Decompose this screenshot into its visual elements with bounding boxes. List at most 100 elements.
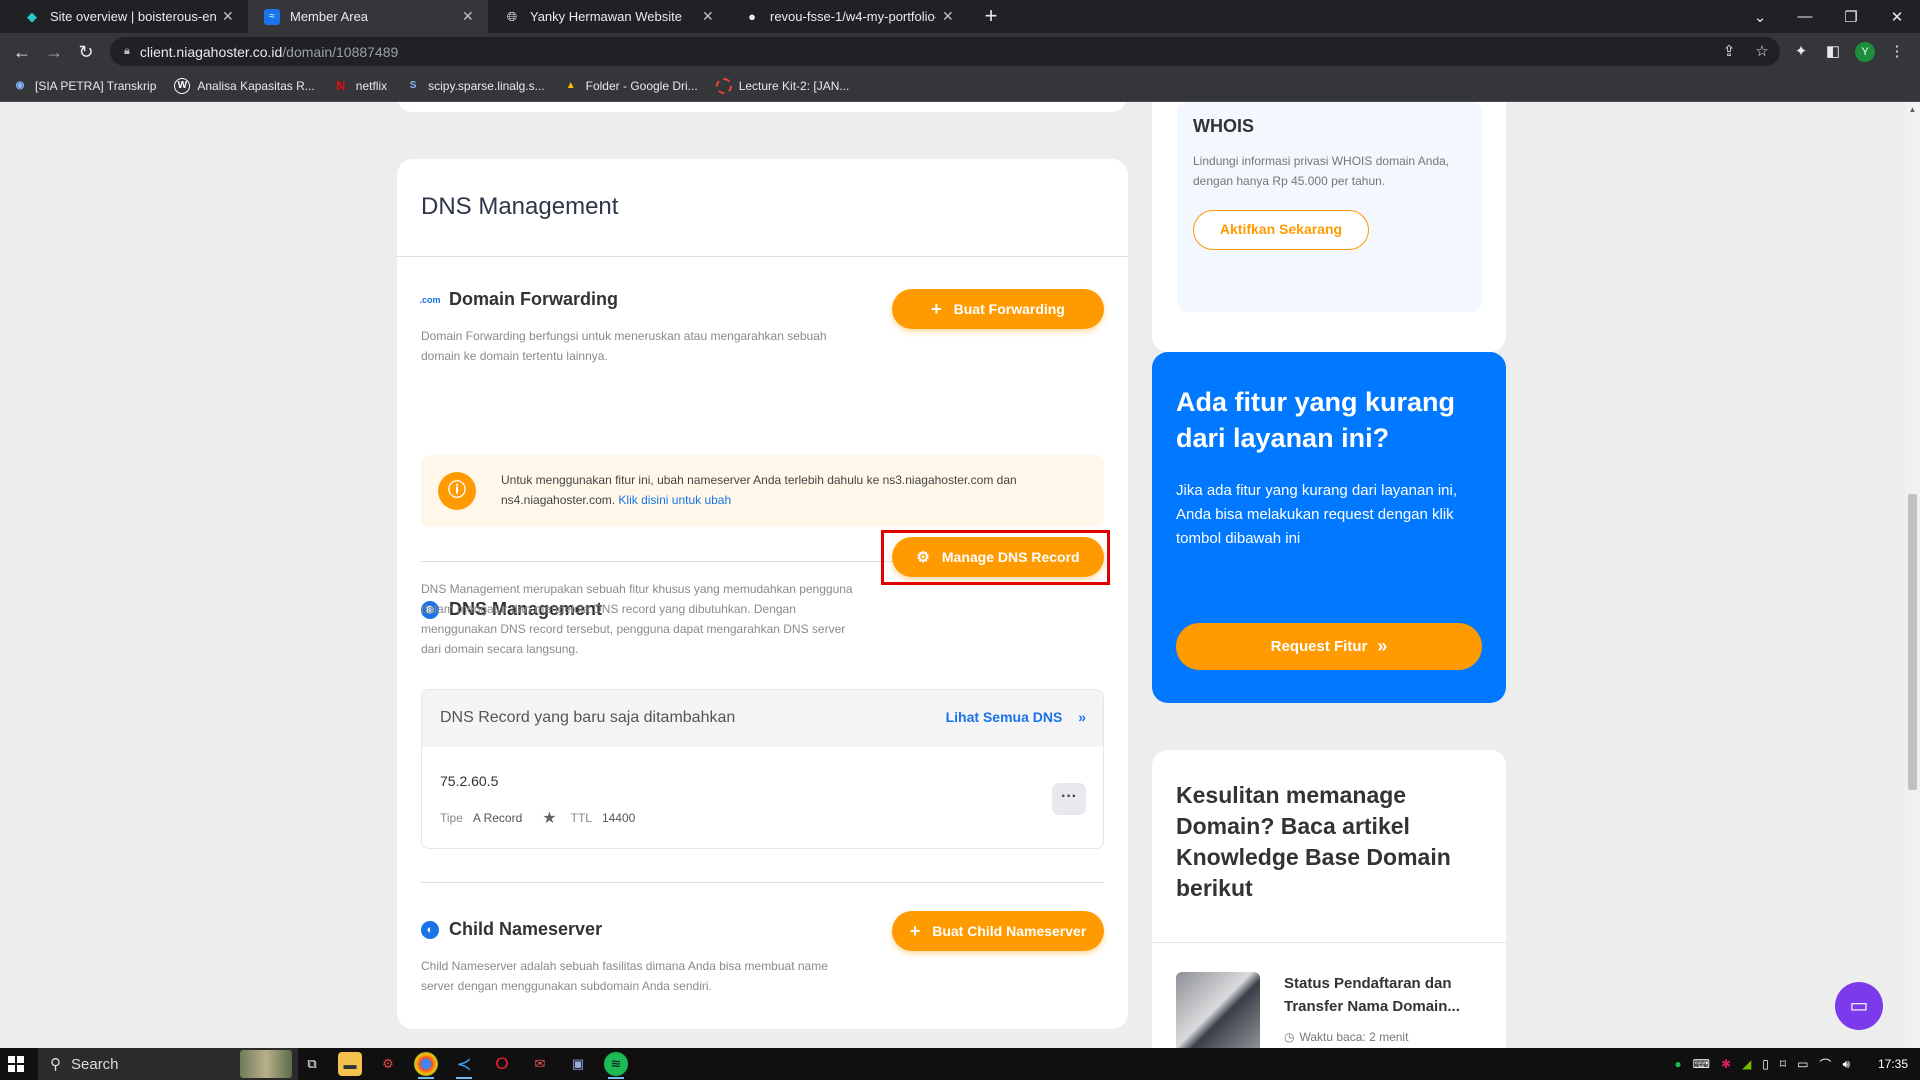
opera-icon[interactable]: O <box>490 1052 514 1076</box>
tablet-icon[interactable]: ▯ <box>1762 1057 1769 1071</box>
profile-avatar[interactable]: Y <box>1855 42 1875 62</box>
bookmark-scipy[interactable]: Sscipy.sparse.linalg.s... <box>405 78 545 94</box>
close-icon[interactable]: ✕ <box>462 8 478 25</box>
close-icon[interactable]: ✕ <box>702 8 718 25</box>
share-icon[interactable]: ⇪ <box>1718 41 1740 63</box>
nvidia-icon[interactable]: ◢ <box>1742 1057 1751 1071</box>
browser-toolbar: ← → ↻ 🔒︎ client.niagahoster.co.id/domain… <box>0 33 1920 70</box>
dns-table-header: DNS Record yang baru saja ditambahkan Li… <box>422 690 1103 747</box>
tab-search-chevron-icon[interactable]: ⌄ <box>1737 0 1783 33</box>
page-scrollbar[interactable]: ▲ <box>1905 102 1920 1048</box>
new-tab-button[interactable]: + <box>978 4 1004 30</box>
dns-management-description: DNS Management merupakan sebuah fitur kh… <box>421 582 853 656</box>
previous-card-bottom <box>397 102 1127 112</box>
whois-card: WHOIS Lindungi informasi privasi WHOIS d… <box>1152 102 1506 352</box>
dns-record-meta: Tipe A Record ★ TTL 14400 <box>440 808 635 828</box>
bookmark-star-icon[interactable]: ☆ <box>1751 41 1773 63</box>
recent-dns-records: DNS Record yang baru saja ditambahkan Li… <box>421 689 1104 849</box>
bookmark-netflix[interactable]: Nnetflix <box>333 78 387 94</box>
knowledge-base-card: Kesulitan memanage Domain? Baca artikel … <box>1152 750 1506 1048</box>
see-all-dns-link[interactable]: Lihat Semua DNS » <box>946 709 1086 725</box>
manage-dns-record-button[interactable]: ⚙ Manage DNS Record <box>892 537 1104 577</box>
remote-desktop-icon[interactable]: ▣ <box>566 1052 590 1076</box>
aktifkan-sekarang-button[interactable]: Aktifkan Sekarang <box>1193 210 1369 250</box>
url-path: /domain/10887489 <box>282 43 399 60</box>
taskbar-search[interactable]: ⚲ Search <box>38 1048 298 1080</box>
task-view-icon[interactable]: ⧉ <box>300 1052 324 1076</box>
reload-icon[interactable]: ↻ <box>72 38 100 66</box>
restore-button[interactable]: ❐ <box>1828 0 1874 33</box>
side-panel-icon[interactable]: ◧ <box>1822 41 1844 63</box>
tab-github-repo[interactable]: ● revou-fsse-1/w4-my-portfolio-ya ✕ <box>728 0 968 33</box>
slack-icon[interactable]: ✱ <box>1721 1057 1731 1071</box>
usb-icon[interactable]: ⌑ <box>1780 1057 1786 1071</box>
double-chevron-right-icon: » <box>1078 709 1086 725</box>
button-label: Buat Forwarding <box>953 301 1065 317</box>
address-bar[interactable]: 🔒︎ client.niagahoster.co.id/domain/10887… <box>110 37 1780 66</box>
tab-site-overview[interactable]: ◆ Site overview | boisterous-entrep ✕ <box>8 0 248 33</box>
ttl-label: TTL <box>570 811 592 825</box>
volume-icon[interactable]: 🔊︎ <box>1842 1057 1850 1072</box>
record-options-button[interactable]: ··· <box>1052 783 1086 815</box>
forward-icon[interactable]: → <box>40 38 68 66</box>
taskbar-clock[interactable]: 17:35 <box>1878 1057 1908 1071</box>
article-title-link[interactable]: Status Pendaftaran dan Transfer Nama Dom… <box>1284 972 1484 1018</box>
section-title: Child Nameserver <box>449 919 603 939</box>
keyboard-icon[interactable]: ⌨ <box>1693 1057 1710 1071</box>
bookmark-google-drive[interactable]: ▲ Folder - Google Dri... <box>563 78 698 94</box>
whois-panel: WHOIS Lindungi informasi privasi WHOIS d… <box>1177 102 1482 312</box>
bookmark-analisa[interactable]: W Analisa Kapasitas R... <box>174 77 315 94</box>
spotify-icon[interactable]: ≋ <box>604 1052 628 1079</box>
menu-kebab-icon[interactable]: ⋮ <box>1886 41 1908 63</box>
gear-icon: ⚙ <box>916 549 930 566</box>
spotify-tray-icon[interactable]: ● <box>1674 1057 1681 1071</box>
back-icon[interactable]: ← <box>8 38 36 66</box>
system-tray: ● ⌨ ✱ ◢ ▯ ⌑ ▭ ⌒ 🔊︎ <box>1674 1048 1850 1080</box>
window-close-button[interactable]: ✕ <box>1874 0 1920 33</box>
info-icon: ⓘ <box>438 472 476 510</box>
tab-title: revou-fsse-1/w4-my-portfolio-ya <box>770 9 936 24</box>
scroll-up-icon[interactable]: ▲ <box>1908 105 1917 114</box>
buat-forwarding-button[interactable]: + Buat Forwarding <box>892 289 1104 329</box>
whois-description: Lindungi informasi privasi WHOIS domain … <box>1193 154 1450 188</box>
request-feature-card: Ada fitur yang kurang dari layanan ini? … <box>1152 352 1506 703</box>
chat-widget-button[interactable]: ▭ <box>1835 982 1883 1030</box>
globe-icon: 🌐︎ <box>506 8 518 24</box>
child-nameserver-title: ◐ Child Nameserver <box>421 919 602 940</box>
file-explorer-icon[interactable]: ▬ <box>338 1052 362 1076</box>
minimize-button[interactable]: — <box>1782 0 1828 33</box>
close-icon[interactable]: ✕ <box>942 8 958 25</box>
windows-start-icon[interactable] <box>8 1056 24 1072</box>
bookmark-lecture-kit[interactable]: Lecture Kit-2: [JAN... <box>715 77 850 94</box>
drive-icon: ▲ <box>565 80 576 91</box>
chrome-icon[interactable] <box>414 1052 438 1079</box>
request-title: Ada fitur yang kurang dari layanan ini? <box>1176 387 1456 453</box>
domain-forwarding-description: Domain Forwarding berfungsi untuk meneru… <box>421 329 827 363</box>
tab-yanky-website[interactable]: 🌐︎ Yanky Hermawan Website ✕ <box>488 0 728 33</box>
globe-icon: ◉ <box>15 80 25 91</box>
double-chevron-right-icon: » <box>1377 636 1388 656</box>
type-label: Tipe <box>440 811 463 825</box>
buat-child-nameserver-button[interactable]: + Buat Child Nameserver <box>892 911 1104 951</box>
close-icon[interactable]: ✕ <box>222 8 238 25</box>
bookmarks-bar: ◉ [SIA PETRA] Transkrip W Analisa Kapasita… <box>0 70 1920 102</box>
request-fitur-button[interactable]: Request Fitur » <box>1176 623 1482 670</box>
dns-table-heading: DNS Record yang baru saja ditambahkan <box>440 709 736 726</box>
plus-icon: + <box>931 298 942 319</box>
network-icon[interactable]: ▭ <box>1797 1057 1808 1071</box>
button-label: Buat Child Nameserver <box>932 923 1087 939</box>
bookmark-label: Lecture Kit-2: [JAN... <box>738 78 850 93</box>
tab-member-area[interactable]: ≈ Member Area ✕ <box>248 0 488 33</box>
change-nameserver-link[interactable]: Klik disini untuk ubah <box>618 493 731 507</box>
mail-icon[interactable]: ✉ <box>528 1052 552 1076</box>
search-highlight-image <box>240 1050 292 1078</box>
tab-title: Site overview | boisterous-entrep <box>50 9 216 24</box>
wifi-icon[interactable]: ⌒ <box>1819 1056 1831 1073</box>
bookmark-sia-petra[interactable]: ◉ [SIA PETRA] Transkrip <box>12 78 157 94</box>
scipy-icon: S <box>409 80 417 91</box>
extensions-icon[interactable]: ✦ <box>1790 41 1812 63</box>
vscode-icon[interactable]: ≺ <box>452 1052 476 1079</box>
scrollbar-thumb[interactable] <box>1908 494 1917 790</box>
article-thumbnail[interactable] <box>1176 972 1260 1048</box>
settings-gear-icon[interactable]: ⚙ <box>376 1052 400 1076</box>
